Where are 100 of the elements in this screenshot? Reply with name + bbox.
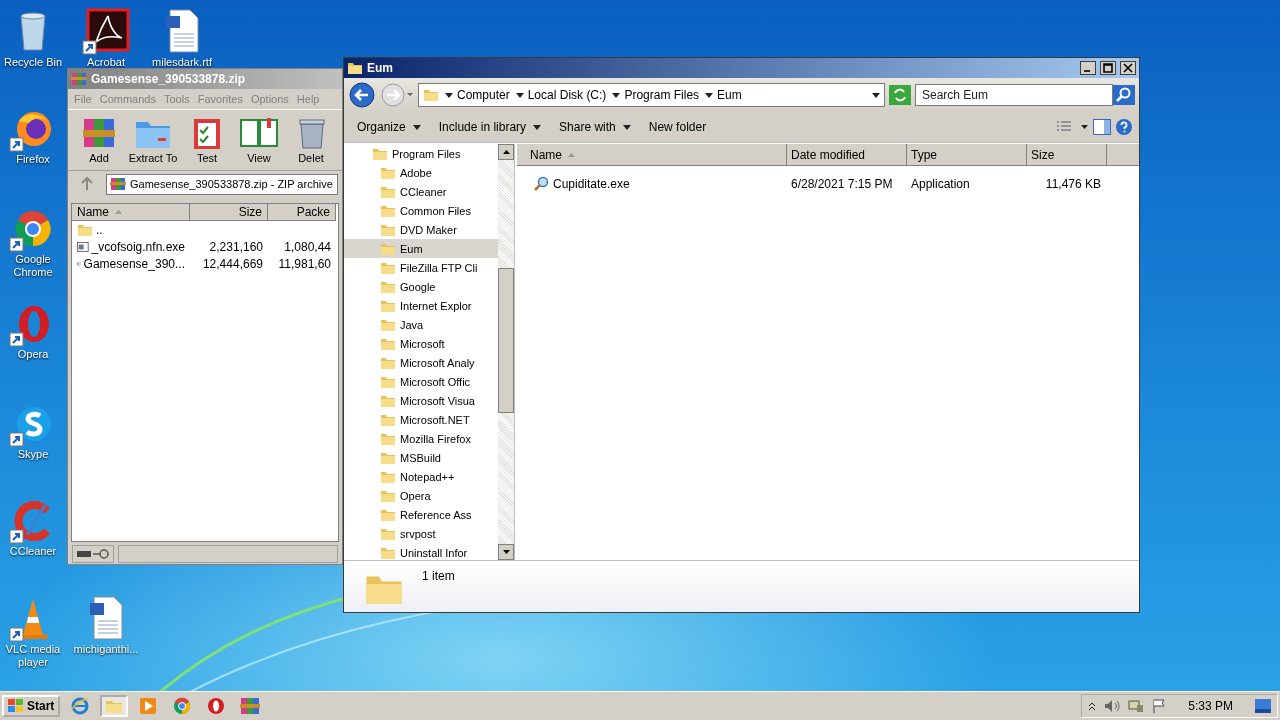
column-header[interactable]: Size bbox=[190, 204, 268, 221]
tree-item[interactable]: Microsoft Visua bbox=[344, 391, 498, 410]
tree-item[interactable]: Program Files bbox=[344, 144, 498, 163]
scrollbar-thumb[interactable] bbox=[498, 268, 514, 413]
archive-icon bbox=[71, 72, 87, 86]
tree-item[interactable]: Internet Explor bbox=[344, 296, 498, 315]
window-title: Gamesense_390533878.zip bbox=[91, 72, 247, 86]
flag-icon[interactable] bbox=[1152, 699, 1167, 713]
toolbar-button[interactable]: Delet bbox=[286, 116, 336, 164]
address-bar[interactable]: Computer Local Disk (C:) Program Files Eum bbox=[418, 83, 885, 107]
archive-icon bbox=[110, 177, 126, 191]
taskbar-app[interactable] bbox=[100, 695, 129, 717]
breadcrumb-item[interactable]: Program Files bbox=[612, 88, 700, 102]
close-button[interactable] bbox=[1120, 61, 1136, 75]
opera-icon[interactable] bbox=[207, 697, 226, 715]
refresh-icon[interactable] bbox=[889, 85, 911, 105]
tree-item[interactable]: Microsoft Offic bbox=[344, 372, 498, 391]
maximize-button[interactable] bbox=[1100, 61, 1116, 75]
file-name[interactable]: .. bbox=[72, 221, 190, 238]
desktop-icon[interactable]: Skype bbox=[0, 400, 66, 461]
tree-item[interactable]: Adobe bbox=[344, 163, 498, 182]
start-button[interactable]: Start bbox=[2, 695, 61, 717]
network-icon[interactable] bbox=[1128, 699, 1145, 713]
media-player-icon[interactable] bbox=[139, 697, 158, 715]
breadcrumb-item[interactable]: Eum bbox=[705, 88, 742, 102]
toolbar-button[interactable]: Extract To bbox=[126, 116, 180, 164]
toolbar-button[interactable]: Include in library bbox=[431, 117, 549, 137]
tree-item[interactable]: Java bbox=[344, 315, 498, 334]
drive-icon bbox=[77, 551, 91, 557]
tree-item[interactable]: Mozilla Firefox bbox=[344, 429, 498, 448]
tree-item[interactable]: Notepad++ bbox=[344, 467, 498, 486]
up-arrow-icon bbox=[502, 150, 510, 154]
toolbar-button[interactable]: Share with bbox=[552, 117, 638, 137]
column-header[interactable]: Type bbox=[907, 144, 1027, 166]
size-cell-text: 12,444,669 bbox=[201, 256, 264, 271]
caret-icon bbox=[622, 124, 631, 130]
type-cell-text: Application bbox=[910, 177, 971, 191]
desktop-icon[interactable]: Opera bbox=[0, 300, 66, 361]
tree-item[interactable]: FileZilla FTP Cli bbox=[344, 258, 498, 277]
tree-item[interactable]: Eum bbox=[344, 239, 498, 258]
clock[interactable]: 5:33 PM bbox=[1188, 699, 1233, 713]
scroll-up-button[interactable] bbox=[498, 144, 514, 160]
tree-item[interactable]: Google bbox=[344, 277, 498, 296]
chrome-icon[interactable] bbox=[173, 697, 192, 715]
tree-item[interactable]: CCleaner bbox=[344, 182, 498, 201]
windows-logo-icon bbox=[8, 699, 24, 713]
browser-e-icon[interactable] bbox=[71, 697, 90, 715]
search-field[interactable]: Search Eum bbox=[915, 84, 1113, 106]
file-name[interactable]: Gamesense_390... bbox=[72, 256, 190, 271]
toolbar-button[interactable]: View bbox=[234, 116, 284, 164]
path-field[interactable]: Gamesense_390533878.zip - ZIP archive bbox=[106, 173, 338, 195]
minimize-button[interactable] bbox=[1080, 61, 1096, 75]
breadcrumb-item[interactable]: Local Disk (C:) bbox=[515, 88, 607, 102]
key-icon bbox=[93, 549, 109, 559]
toolbar-button[interactable]: New folder bbox=[641, 117, 714, 137]
show-desktop-icon[interactable] bbox=[1255, 699, 1271, 713]
sort-icon bbox=[568, 152, 575, 157]
desktop-icon[interactable]: Firefox bbox=[0, 105, 66, 166]
toolbar-button[interactable]: Organize bbox=[350, 117, 428, 137]
tree-item[interactable]: Uninstall Infor bbox=[344, 543, 498, 560]
tree-item[interactable]: Common Files bbox=[344, 201, 498, 220]
column-header[interactable]: Packe bbox=[268, 204, 336, 221]
file-name[interactable]: _vcofsoig.nfn.exe bbox=[72, 239, 190, 254]
tree-item[interactable]: MSBuild bbox=[344, 448, 498, 467]
speaker-icon[interactable] bbox=[1104, 699, 1121, 713]
packed-size-cell-text: 11,981,60 bbox=[277, 256, 332, 271]
desktop-icon[interactable]: Google Chrome bbox=[0, 205, 66, 279]
tree-item[interactable]: srvpost bbox=[344, 524, 498, 543]
caret-icon bbox=[515, 92, 524, 98]
tree-item[interactable]: Microsoft Analy bbox=[344, 353, 498, 372]
trash-icon bbox=[297, 116, 325, 150]
column-header[interactable]: Name bbox=[517, 144, 787, 166]
column-header[interactable]: Date modified bbox=[787, 144, 907, 166]
breadcrumb-item[interactable]: Computer bbox=[445, 88, 510, 102]
folder-icon bbox=[423, 87, 439, 103]
toolbar-button[interactable]: Test bbox=[182, 116, 232, 164]
toolbar-button[interactable]: Add bbox=[74, 116, 124, 164]
tree-item[interactable]: Microsoft.NET bbox=[344, 410, 498, 429]
desktop-icon[interactable]: milesdark.rtf bbox=[149, 8, 215, 69]
clipboard-icon bbox=[191, 116, 223, 150]
desktop-icon[interactable]: Recycle Bin bbox=[0, 8, 66, 69]
tree-item[interactable]: Opera bbox=[344, 486, 498, 505]
chevron-up-icon[interactable] bbox=[1088, 701, 1097, 711]
file-name[interactable]: Cupiditate.exe bbox=[517, 176, 787, 192]
preview-pane-icon[interactable] bbox=[1093, 119, 1111, 135]
desktop-icon[interactable]: Acrobat bbox=[73, 8, 139, 69]
search-icon[interactable] bbox=[1113, 85, 1135, 105]
book-icon bbox=[239, 116, 279, 150]
help-icon[interactable] bbox=[1115, 118, 1133, 136]
books-icon bbox=[81, 116, 117, 150]
size-cell-text: 11,476 KB bbox=[1044, 177, 1102, 191]
executable-icon bbox=[77, 240, 89, 253]
tree-item[interactable]: Reference Ass bbox=[344, 505, 498, 524]
tree-item[interactable]: Microsoft bbox=[344, 334, 498, 353]
caret-icon bbox=[445, 92, 453, 98]
column-header[interactable]: Name bbox=[72, 204, 190, 221]
back-icon[interactable] bbox=[348, 81, 376, 109]
column-header[interactable]: Size bbox=[1027, 144, 1107, 166]
tree-item[interactable]: DVD Maker bbox=[344, 220, 498, 239]
scroll-down-button[interactable] bbox=[498, 544, 514, 560]
